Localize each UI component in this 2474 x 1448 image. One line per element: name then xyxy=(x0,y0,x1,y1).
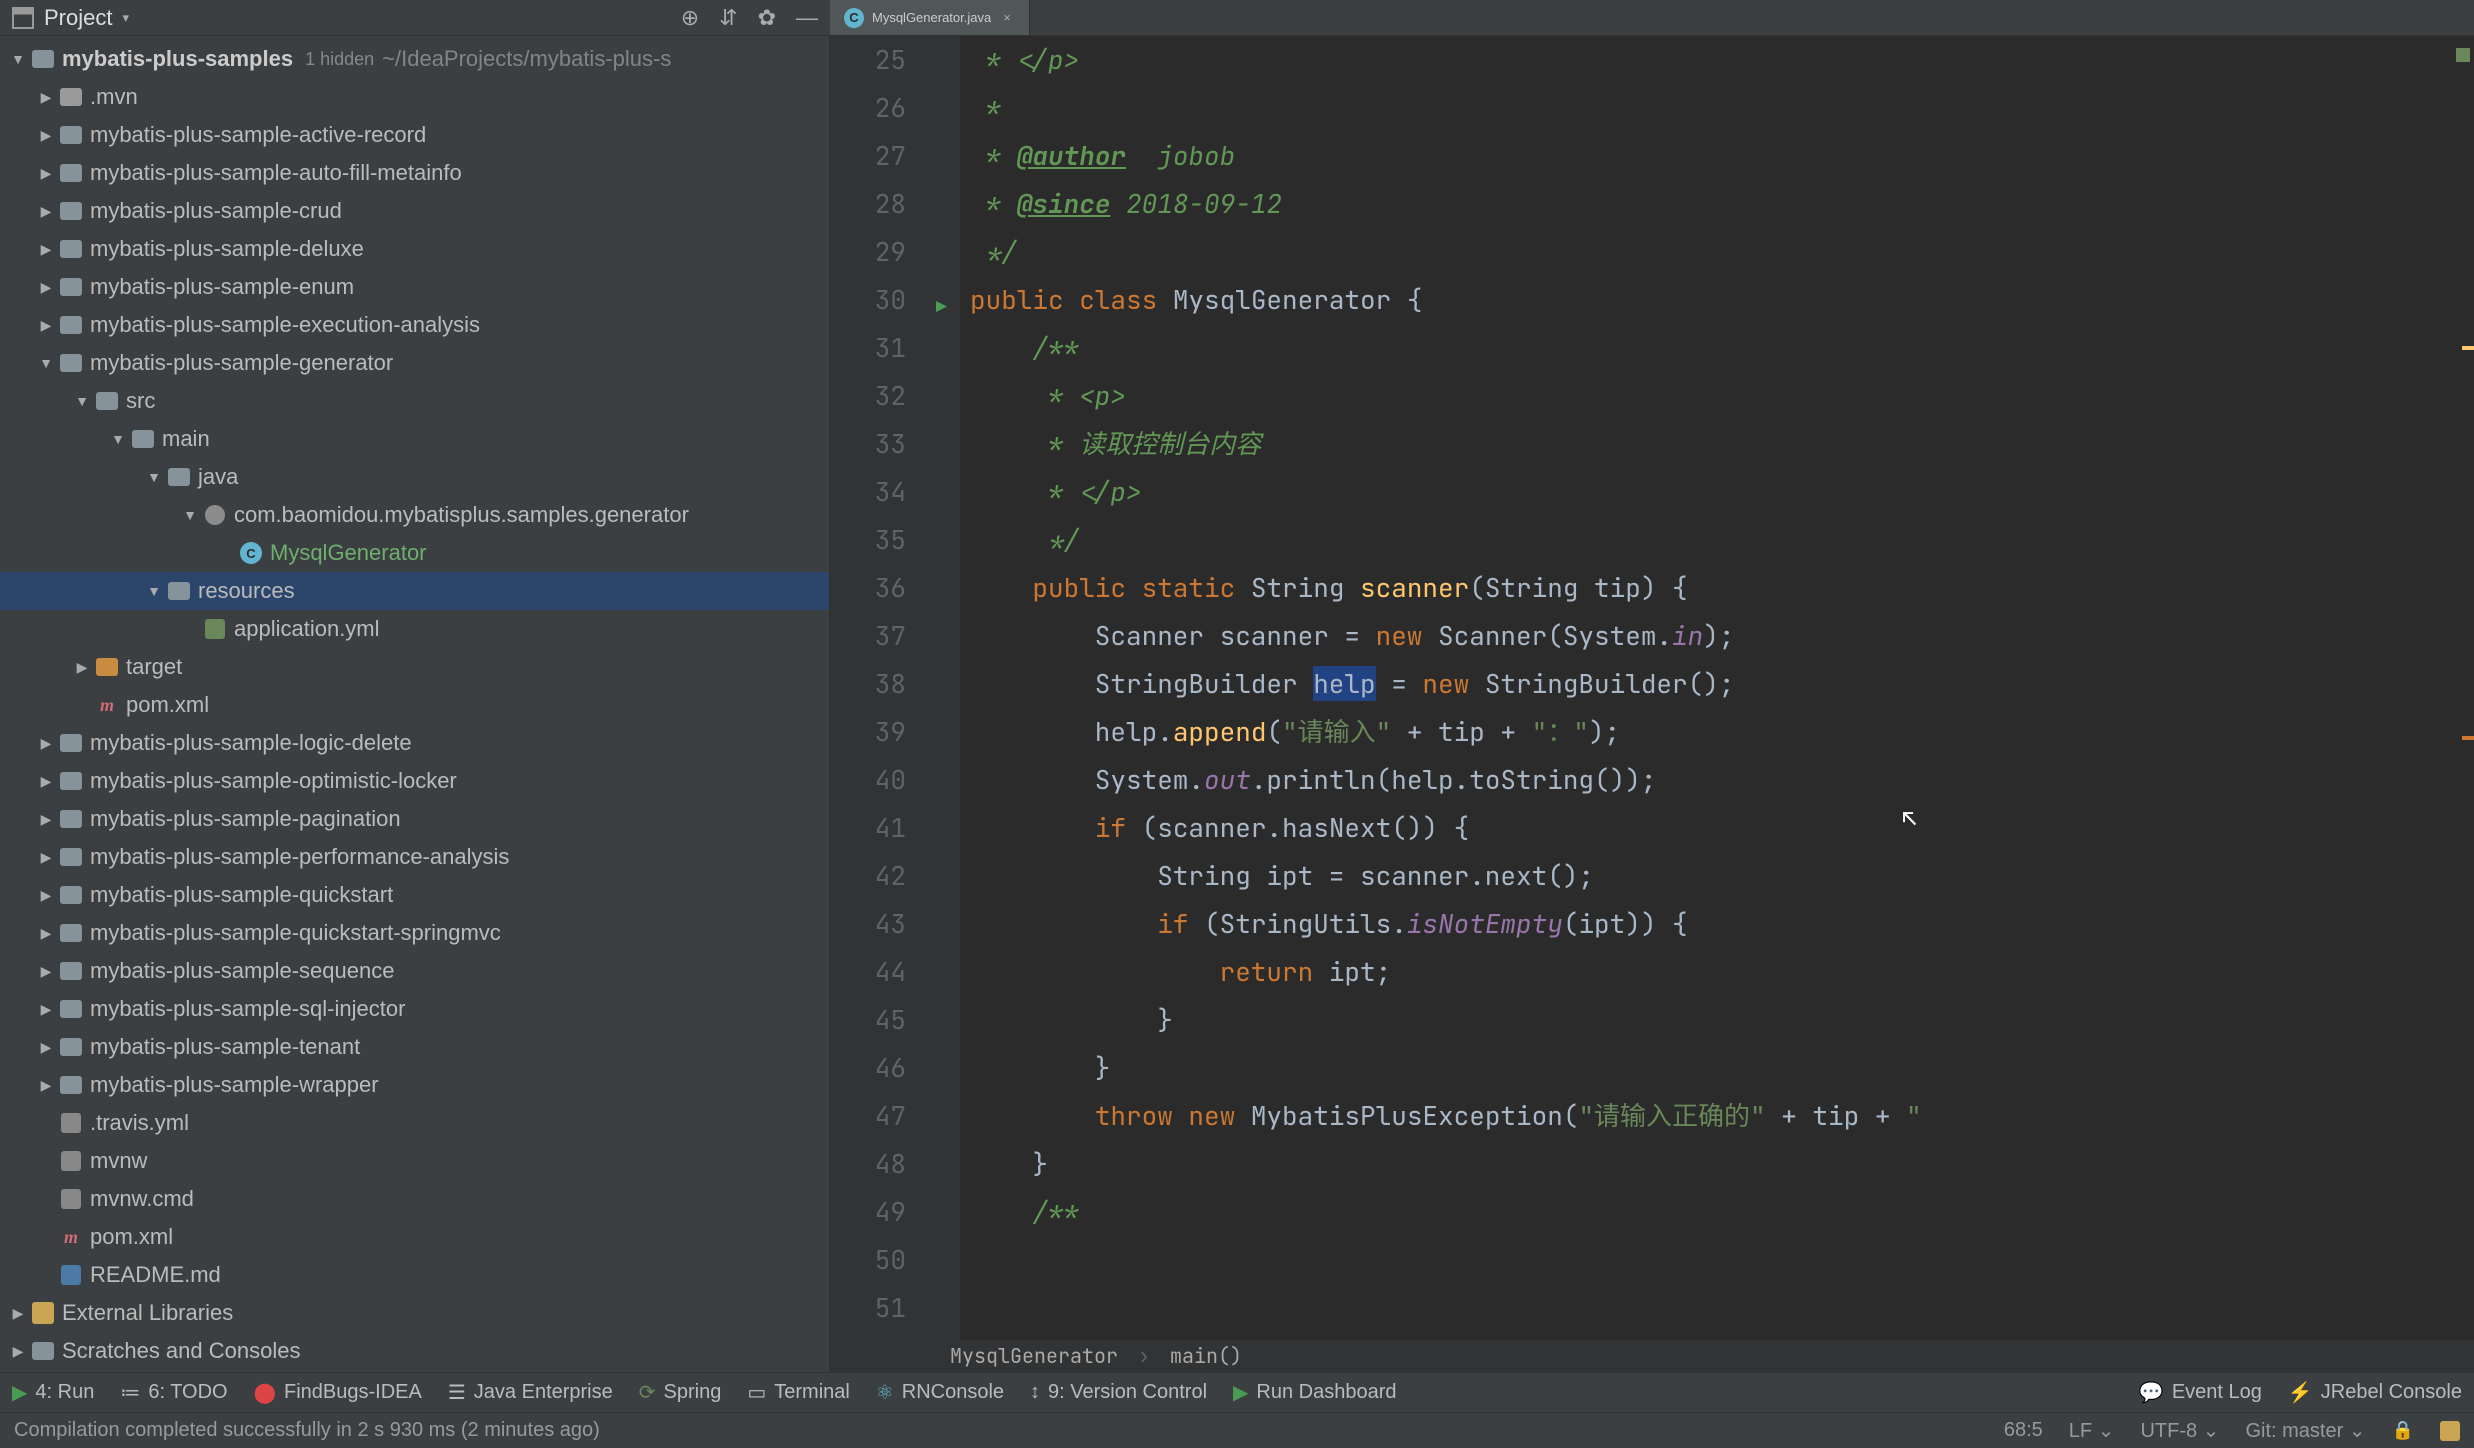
line-gutter: 2526272829303132333435363738394041424344… xyxy=(830,36,930,1372)
javaee-toolwindow[interactable]: ☰Java Enterprise xyxy=(448,1380,613,1405)
terminal-toolwindow[interactable]: ▭Terminal xyxy=(747,1380,849,1405)
minimize-icon[interactable]: — xyxy=(796,5,818,31)
tree-item[interactable]: ▶application.yml xyxy=(0,610,829,648)
tree-item[interactable]: ▶CMysqlGenerator xyxy=(0,534,829,572)
tree-item[interactable]: ▶mpom.xml xyxy=(0,686,829,724)
line-ending[interactable]: LF ⌄ xyxy=(2069,1418,2115,1443)
tree-item[interactable]: ▶mybatis-plus-sample-optimistic-locker xyxy=(0,762,829,800)
tree-item[interactable]: ▶mpom.xml xyxy=(0,1218,829,1256)
scroll-mark xyxy=(2462,346,2474,350)
locate-icon[interactable]: ⊕ xyxy=(681,5,699,31)
project-tree[interactable]: ▼mybatis-plus-samples1 hidden~/IdeaProje… xyxy=(0,36,829,1370)
top-panel: Project ▾ ⊕ ⇵ ✿ — C MysqlGenerator.java … xyxy=(0,0,2474,36)
tree-item[interactable]: ▶mybatis-plus-sample-wrapper xyxy=(0,1066,829,1104)
tree-item[interactable]: ▶mybatis-plus-sample-logic-delete xyxy=(0,724,829,762)
run-toolwindow[interactable]: ▶4: Run xyxy=(12,1380,94,1405)
tree-item[interactable]: ▼com.baomidou.mybatisplus.samples.genera… xyxy=(0,496,829,534)
spring-toolwindow[interactable]: ⟳Spring xyxy=(639,1380,722,1405)
tree-item[interactable]: ▶mybatis-plus-sample-performance-analysi… xyxy=(0,838,829,876)
tree-scratches[interactable]: ▶Scratches and Consoles xyxy=(0,1332,829,1370)
project-header: Project ▾ ⊕ ⇵ ✿ — xyxy=(0,5,830,31)
collapse-icon[interactable]: ⇵ xyxy=(719,5,737,31)
tab-label: MysqlGenerator.java xyxy=(872,10,991,25)
scroll-mark xyxy=(2462,736,2474,740)
hector-icon[interactable] xyxy=(2440,1421,2460,1441)
breadcrumb[interactable]: MysqlGenerator › main() xyxy=(930,1340,2474,1372)
tree-item[interactable]: ▶mybatis-plus-sample-auto-fill-metainfo xyxy=(0,154,829,192)
tree-item[interactable]: ▶mybatis-plus-sample-sequence xyxy=(0,952,829,990)
settings-icon[interactable]: ✿ xyxy=(758,5,776,31)
tree-external[interactable]: ▶External Libraries xyxy=(0,1294,829,1332)
project-tool-icon[interactable] xyxy=(12,7,34,29)
close-icon[interactable]: × xyxy=(999,10,1015,25)
status-message: Compilation completed successfully in 2 … xyxy=(14,1419,600,1442)
project-dropdown-icon[interactable]: ▾ xyxy=(122,10,129,26)
tab-mysqlgenerator[interactable]: C MysqlGenerator.java × xyxy=(830,0,1030,35)
tree-item[interactable]: ▶target xyxy=(0,648,829,686)
tree-item[interactable]: ▼java xyxy=(0,458,829,496)
tree-item[interactable]: ▶mvnw xyxy=(0,1142,829,1180)
rnconsole-toolwindow[interactable]: ⚛RNConsole xyxy=(876,1380,1004,1405)
tree-item[interactable]: ▶mybatis-plus-sample-active-record xyxy=(0,116,829,154)
project-sidebar: ▼mybatis-plus-samples1 hidden~/IdeaProje… xyxy=(0,36,830,1372)
encoding[interactable]: UTF-8 ⌄ xyxy=(2140,1418,2219,1443)
rundash-toolwindow[interactable]: ▶Run Dashboard xyxy=(1233,1380,1396,1405)
findbugs-toolwindow[interactable]: ⬤FindBugs-IDEA xyxy=(254,1380,422,1405)
tree-item[interactable]: ▶mvnw.cmd xyxy=(0,1180,829,1218)
tree-item[interactable]: ▶.mvn xyxy=(0,78,829,116)
bottom-toolbar: ▶4: Run ≔6: TODO ⬤FindBugs-IDEA ☰Java En… xyxy=(0,1372,2474,1412)
jrebel-toolwindow[interactable]: ⚡JRebel Console xyxy=(2288,1380,2462,1405)
code-area[interactable]: * </p> * * @author jobob * @since 2018-0… xyxy=(960,36,2474,1372)
git-branch[interactable]: Git: master ⌄ xyxy=(2245,1418,2365,1443)
tree-root[interactable]: ▼mybatis-plus-samples1 hidden~/IdeaProje… xyxy=(0,40,829,78)
tree-item[interactable]: ▶mybatis-plus-sample-quickstart-springmv… xyxy=(0,914,829,952)
tree-item[interactable]: ▶README.md xyxy=(0,1256,829,1294)
code-editor[interactable]: 2526272829303132333435363738394041424344… xyxy=(830,36,2474,1372)
todo-toolwindow[interactable]: ≔6: TODO xyxy=(120,1380,227,1405)
tree-item[interactable]: ▶mybatis-plus-sample-execution-analysis xyxy=(0,306,829,344)
eventlog-toolwindow[interactable]: 💬Event Log xyxy=(2139,1380,2262,1405)
tree-item[interactable]: ▶mybatis-plus-sample-tenant xyxy=(0,1028,829,1066)
tree-item[interactable]: ▼mybatis-plus-sample-generator xyxy=(0,344,829,382)
breadcrumb-sep: › xyxy=(1138,1332,1150,1372)
tree-item[interactable]: ▶.travis.yml xyxy=(0,1104,829,1142)
tree-item[interactable]: ▼resources xyxy=(0,572,829,610)
breadcrumb-class[interactable]: MysqlGenerator xyxy=(950,1332,1118,1372)
project-title[interactable]: Project xyxy=(44,5,112,31)
lock-icon[interactable]: 🔒 xyxy=(2392,1420,2414,1441)
tree-item[interactable]: ▶mybatis-plus-sample-enum xyxy=(0,268,829,306)
scroll-indicator xyxy=(2456,48,2470,62)
tree-item[interactable]: ▶mybatis-plus-sample-deluxe xyxy=(0,230,829,268)
tree-item[interactable]: ▼src xyxy=(0,382,829,420)
vcs-toolwindow[interactable]: ↕9: Version Control xyxy=(1030,1381,1207,1404)
tree-item[interactable]: ▼main xyxy=(0,420,829,458)
run-gutter-icon[interactable]: ▶ xyxy=(936,284,947,332)
tree-item[interactable]: ▶mybatis-plus-sample-sql-injector xyxy=(0,990,829,1028)
tree-item[interactable]: ▶mybatis-plus-sample-quickstart xyxy=(0,876,829,914)
breadcrumb-method[interactable]: main() xyxy=(1170,1332,1242,1372)
class-icon: C xyxy=(844,8,864,28)
tree-item[interactable]: ▶mybatis-plus-sample-crud xyxy=(0,192,829,230)
caret-position[interactable]: 68:5 xyxy=(2004,1419,2043,1442)
editor-tabs: C MysqlGenerator.java × xyxy=(830,0,1030,35)
status-bar: Compilation completed successfully in 2 … xyxy=(0,1412,2474,1448)
tree-item[interactable]: ▶mybatis-plus-sample-pagination xyxy=(0,800,829,838)
fold-column: ▶ xyxy=(930,36,960,1372)
